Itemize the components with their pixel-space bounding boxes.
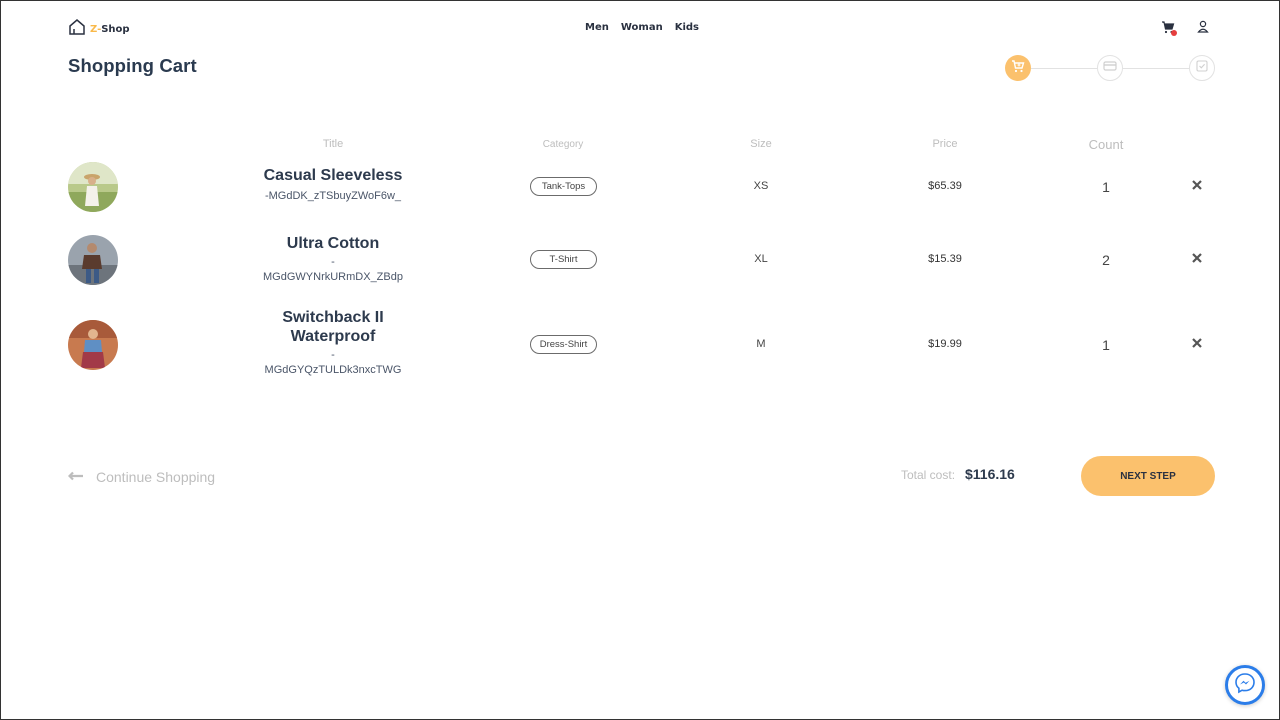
product-image[interactable] [68,162,118,212]
remove-item-button[interactable] [1190,179,1204,193]
cart-notification-dot [1171,30,1177,36]
product-title-line2[interactable]: Waterproof [233,327,433,346]
product-image[interactable] [68,235,118,285]
step-cart[interactable] [1005,55,1031,81]
category-badge: T-Shirt [530,250,597,269]
product-title-cell: Ultra Cotton - MGdGWYNrkURmDX_ZBdp [233,234,433,285]
product-size: M [756,338,766,350]
checkout-stepper [1005,55,1215,81]
checkbox-icon [1196,59,1208,77]
product-price: $15.39 [928,253,962,265]
close-icon [1192,335,1202,353]
house-icon [68,18,86,41]
total-cost-label: Total cost: [901,468,956,482]
continue-shopping-link[interactable]: Continue Shopping [67,468,216,486]
product-price: $19.99 [928,338,962,350]
product-price: $65.39 [928,180,962,192]
page-title: Shopping Cart [68,55,197,76]
remove-item-button[interactable] [1190,337,1204,351]
step-payment[interactable] [1097,55,1123,81]
user-icon[interactable] [1197,20,1209,34]
main-nav: Men Woman Kids [585,22,699,33]
product-id: -MGdDK_zTSbuyZWoF6w_ [264,190,402,202]
nav-item-kids[interactable]: Kids [675,22,699,33]
category-badge: Tank-Tops [530,177,597,196]
product-title[interactable]: Ultra Cotton [233,234,433,253]
column-header-price: Price [932,138,958,150]
product-title-line1[interactable]: Switchback II [233,308,433,327]
product-id-dash: - [331,256,335,268]
column-header-title: Title [322,138,344,150]
product-id: MGdGYQzTULDk3nxcTWG [264,364,402,376]
product-count[interactable]: 1 [1081,179,1131,195]
category-badge: Dress-Shirt [530,335,597,354]
product-size: XL [754,253,768,265]
arrow-left-icon [67,468,84,486]
header-actions [1161,20,1209,36]
close-icon [1192,250,1202,268]
product-size: XS [753,180,769,192]
nav-item-woman[interactable]: Woman [621,22,663,33]
product-id: MGdGWYNrkURmDX_ZBdp [263,271,403,283]
cart-plus-icon [1011,59,1025,78]
step-confirm[interactable] [1189,55,1215,81]
product-title-cell: Casual Sleeveless -MGdDK_zTSbuyZWoF6w_ [233,166,433,204]
product-count[interactable]: 2 [1081,252,1131,268]
brand-name: Z-Shop [90,24,130,35]
credit-card-icon [1103,59,1117,77]
stepper-line [1123,68,1189,69]
product-title-cell: Switchback II Waterproof - MGdGYQzTULDk3… [233,308,433,378]
remove-item-button[interactable] [1190,252,1204,266]
column-header-size: Size [750,138,772,150]
messenger-icon [1234,672,1256,699]
product-image[interactable] [68,320,118,370]
brand-logo[interactable]: Z-Shop [68,18,130,41]
product-id-dash: - [331,349,335,361]
column-header-category: Category [542,139,584,150]
nav-item-men[interactable]: Men [585,22,609,33]
cart-icon[interactable] [1161,20,1177,36]
close-icon [1192,177,1202,195]
total-cost-value: $116.16 [965,466,1015,482]
column-header-count: Count [1088,137,1124,152]
product-title[interactable]: Casual Sleeveless [233,166,433,185]
product-count[interactable]: 1 [1081,337,1131,353]
continue-shopping-label: Continue Shopping [96,469,216,485]
messenger-chat-button[interactable] [1225,665,1265,705]
stepper-line [1031,68,1097,69]
next-step-button[interactable]: NEXT STEP [1081,456,1215,496]
